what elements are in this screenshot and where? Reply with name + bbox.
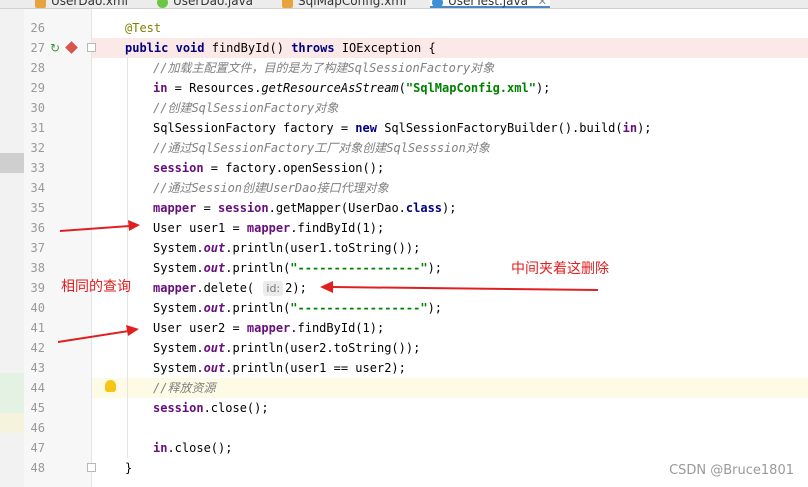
close-icon[interactable]: ✕: [538, 0, 547, 8]
line-number: 47: [30, 441, 45, 455]
code-line: 37 System.out.println(user1.toString());: [0, 238, 808, 258]
tab-userdao-java[interactable]: UserDao.java: [155, 0, 254, 8]
code-line: 45 session.close();: [0, 398, 808, 418]
line-number: 33: [30, 161, 45, 175]
code-text: session = factory.openSession();: [153, 161, 385, 175]
code-line: 42 System.out.println(user2.toString());: [0, 338, 808, 358]
code-text: @Test: [125, 21, 162, 35]
code-line: 40 System.out.println("-----------------…: [0, 298, 808, 318]
code-line: 44 //释放资源: [0, 378, 808, 398]
tab-usertest-java[interactable]: UserTest.java ✕: [430, 0, 550, 8]
code-line: 27 public void findById() throws IOExcep…: [0, 38, 808, 58]
code-line: 36 User user1 = mapper.findById(1);: [0, 218, 808, 238]
code-text: System.out.println(user1 == user2);: [153, 361, 406, 375]
line-number: 45: [30, 401, 45, 415]
code-line: 47 in.close();: [0, 438, 808, 458]
code-line: 34 //通过Session创建UserDao接口代理对象: [0, 178, 808, 198]
line-number: 39: [30, 281, 45, 295]
line-number: 27: [30, 41, 45, 55]
code-line: 31 SqlSessionFactory factory = new SqlSe…: [0, 118, 808, 138]
code-text: in = Resources.getResourceAsStream("SqlM…: [153, 81, 551, 95]
line-number: 46: [30, 421, 45, 435]
code-line: 29 in = Resources.getResourceAsStream("S…: [0, 78, 808, 98]
code-line: 41 User user2 = mapper.findById(1);: [0, 318, 808, 338]
code-line: 30 //创建SqlSessionFactory对象: [0, 98, 808, 118]
code-line: 26 @Test: [0, 18, 808, 38]
tab-label: UserDao.xml: [51, 0, 129, 8]
line-number: 32: [30, 141, 45, 155]
line-number: 38: [30, 261, 45, 275]
line-number: 43: [30, 361, 45, 375]
code-text: }: [125, 461, 133, 475]
line-number: 30: [30, 101, 45, 115]
interface-file-icon: [157, 0, 168, 8]
class-file-icon: [432, 0, 443, 8]
line-number: 44: [30, 381, 45, 395]
tab-userdao-xml[interactable]: UserDao.xml: [33, 0, 129, 8]
tab-sqlmapconfig-xml[interactable]: SqlMapConfig.xml: [280, 0, 407, 8]
code-text: //通过Session创建UserDao接口代理对象: [153, 181, 389, 195]
code-line: 46: [0, 418, 808, 438]
code-text: User user2 = mapper.findById(1);: [153, 321, 385, 335]
annotation-same-query: 相同的查询: [61, 279, 131, 295]
line-number: 28: [30, 61, 45, 75]
line-number: 37: [30, 241, 45, 255]
code-text: System.out.println("-----------------");: [153, 261, 443, 275]
code-text: //通过SqlSessionFactory工厂对象创建SqlSesssion对象: [153, 141, 490, 155]
code-text: //创建SqlSessionFactory对象: [153, 101, 339, 115]
annotation-delete-in-middle: 中间夹着这删除: [511, 261, 609, 277]
code-text: in.close();: [153, 441, 233, 455]
line-number: 34: [30, 181, 45, 195]
code-text: public void findById() throws IOExceptio…: [125, 41, 436, 55]
line-number: 40: [30, 301, 45, 315]
code-text: mapper = session.getMapper(UserDao.class…: [153, 201, 457, 215]
line-number: 42: [30, 341, 45, 355]
tab-label: UserDao.java: [173, 0, 254, 8]
xml-file-icon: [35, 0, 46, 8]
code-line: 43 System.out.println(user1 == user2);: [0, 358, 808, 378]
code-line: 38 System.out.println("-----------------…: [0, 258, 808, 278]
code-text: System.out.println(user2.toString());: [153, 341, 421, 355]
line-number: 48: [30, 461, 45, 475]
line-number: 26: [30, 21, 45, 35]
code-text: //加载主配置文件，目的是为了构建SqlSessionFactory对象: [153, 61, 495, 75]
code-text: SqlSessionFactory factory = new SqlSessi…: [153, 121, 652, 135]
tab-label: SqlMapConfig.xml: [298, 0, 407, 8]
xml-file-icon: [282, 0, 293, 8]
code-line: 35 mapper = session.getMapper(UserDao.cl…: [0, 198, 808, 218]
line-number: 29: [30, 81, 45, 95]
line-number: 35: [30, 201, 45, 215]
tab-label: UserTest.java: [448, 0, 528, 8]
editor-tab-bar: UserDao.xml UserDao.java SqlMapConfig.xm…: [0, 0, 808, 9]
code-text: mapper.delete( id: 2);: [153, 281, 307, 296]
code-text: //释放资源: [153, 381, 216, 395]
line-number: 41: [30, 321, 45, 335]
code-text: System.out.println(user1.toString());: [153, 241, 421, 255]
code-text: User user1 = mapper.findById(1);: [153, 221, 385, 235]
watermark: CSDN @Bruce1801: [669, 463, 794, 478]
code-line: 33 session = factory.openSession();: [0, 158, 808, 178]
code-text: System.out.println("-----------------");: [153, 301, 443, 315]
code-line: 32 //通过SqlSessionFactory工厂对象创建SqlSesssio…: [0, 138, 808, 158]
line-number: 36: [30, 221, 45, 235]
code-line: 28 //加载主配置文件，目的是为了构建SqlSessionFactory对象: [0, 58, 808, 78]
code-text: session.close();: [153, 401, 269, 415]
line-number: 31: [30, 121, 45, 135]
